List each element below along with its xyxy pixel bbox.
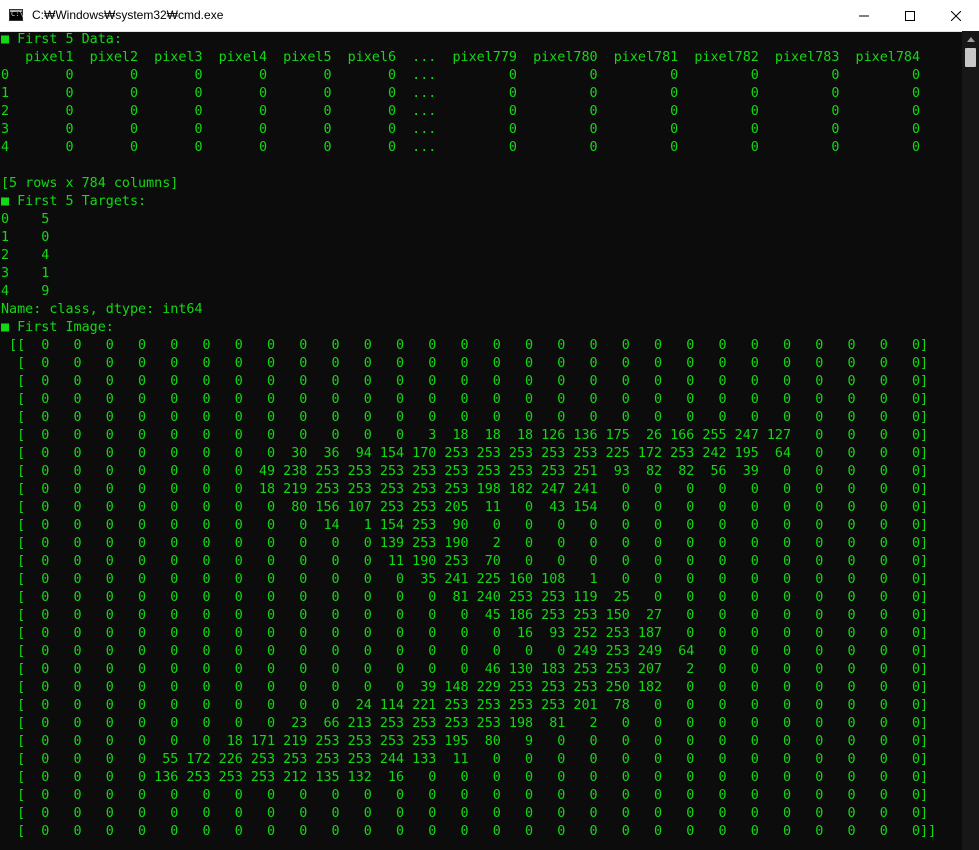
console-line: [ 0 0 0 0 0 0 0 0 0 0 24 114 221 253 253… <box>1 698 929 713</box>
console-line: [ 0 0 0 0 0 0 0 0 0 0 0 0 0 0 0 0 0 0 0 … <box>1 824 937 839</box>
console-line: 4 9 <box>1 284 50 299</box>
scroll-up-button[interactable] <box>962 31 979 48</box>
cmd-icon[interactable]: C:\ <box>9 9 24 21</box>
console-line: [ 0 0 0 0 0 0 0 0 0 0 0 0 0 0 46 130 183… <box>1 662 929 677</box>
console-line: 1 0 <box>1 230 50 245</box>
maximize-icon <box>905 10 915 21</box>
console-line: [5 rows x 784 columns] <box>1 176 179 191</box>
console-line: [ 0 0 0 0 0 0 0 0 0 0 0 0 0 0 0 0 0 0 0 … <box>1 374 929 389</box>
scroll-up-arrow-icon <box>966 37 975 42</box>
console-line: [ 0 0 0 0 0 0 0 0 0 0 0 0 0 0 0 0 0 0 0 … <box>1 356 929 371</box>
console-text: ■ First 5 Data: pixel1 pixel2 pixel3 pix… <box>0 31 962 841</box>
minimize-button[interactable] <box>841 0 887 31</box>
console-line: [ 0 0 0 0 0 0 0 0 0 0 0 0 3 18 18 18 126… <box>1 428 929 443</box>
vertical-scrollbar[interactable] <box>962 31 979 850</box>
console-line: [ 0 0 0 0 0 0 0 0 0 14 1 154 253 90 0 0 … <box>1 518 929 533</box>
console-line: 1 0 0 0 0 0 0 ... 0 0 0 0 0 0 <box>1 86 921 101</box>
console-line: Name: class, dtype: int64 <box>1 302 203 317</box>
console-line: [ 0 0 0 0 0 0 0 18 219 253 253 253 253 2… <box>1 482 929 497</box>
console-line: [ 0 0 0 0 55 172 226 253 253 253 253 244… <box>1 752 929 767</box>
console-line: ■ First 5 Data: <box>1 32 122 47</box>
console-line: [ 0 0 0 0 0 0 0 49 238 253 253 253 253 2… <box>1 464 929 479</box>
console-line: [ 0 0 0 0 0 0 0 0 0 0 0 0 0 81 240 253 2… <box>1 590 929 605</box>
close-icon <box>951 10 961 21</box>
console-line: ■ First Image: <box>1 320 114 335</box>
console-line: [ 0 0 0 0 136 253 253 253 212 135 132 16… <box>1 770 929 785</box>
console-line: 2 0 0 0 0 0 0 ... 0 0 0 0 0 0 <box>1 104 921 119</box>
maximize-button[interactable] <box>887 0 933 31</box>
console-line: [ 0 0 0 0 0 0 18 171 219 253 253 253 253… <box>1 734 929 749</box>
console-line: [ 0 0 0 0 0 0 0 0 0 0 0 0 0 0 0 0 0 0 0 … <box>1 392 929 407</box>
console-line: [ 0 0 0 0 0 0 0 0 0 0 0 0 0 0 0 0 0 0 0 … <box>1 806 929 821</box>
console-line: 0 0 0 0 0 0 0 ... 0 0 0 0 0 0 <box>1 68 921 83</box>
title-bar[interactable]: C:\ C:₩Windows₩system32₩cmd.exe <box>0 0 979 32</box>
scroll-thumb[interactable] <box>965 48 976 67</box>
console-line: [ 0 0 0 0 0 0 0 0 80 156 107 253 253 205… <box>1 500 929 515</box>
console-line: [ 0 0 0 0 0 0 0 0 0 0 0 0 0 0 0 0 0 0 0 … <box>1 788 929 803</box>
console-line: [ 0 0 0 0 0 0 0 0 0 0 0 0 0 0 0 16 93 25… <box>1 626 929 641</box>
console-line: 0 5 <box>1 212 50 227</box>
console-line: [[ 0 0 0 0 0 0 0 0 0 0 0 0 0 0 0 0 0 0 0… <box>1 338 929 353</box>
console-line: [ 0 0 0 0 0 0 0 0 0 0 0 0 0 0 45 186 253… <box>1 608 929 623</box>
console-line: [ 0 0 0 0 0 0 0 0 0 0 0 0 0 0 0 0 0 249 … <box>1 644 929 659</box>
console-line: [ 0 0 0 0 0 0 0 0 0 0 0 11 190 253 70 0 … <box>1 554 929 569</box>
console-line: pixel1 pixel2 pixel3 pixel4 pixel5 pixel… <box>1 50 921 65</box>
console-output-area[interactable]: ■ First 5 Data: pixel1 pixel2 pixel3 pix… <box>0 31 962 850</box>
console-line: [ 0 0 0 0 0 0 0 0 30 36 94 154 170 253 2… <box>1 446 929 461</box>
console-line: 4 0 0 0 0 0 0 ... 0 0 0 0 0 0 <box>1 140 921 155</box>
close-button[interactable] <box>933 0 979 31</box>
console-line: [ 0 0 0 0 0 0 0 0 0 0 0 0 0 0 0 0 0 0 0 … <box>1 410 929 425</box>
console-line: 3 1 <box>1 266 50 281</box>
minimize-icon <box>859 15 869 16</box>
window-title: C:₩Windows₩system32₩cmd.exe <box>32 8 224 22</box>
console-line: [ 0 0 0 0 0 0 0 0 23 66 213 253 253 253 … <box>1 716 929 731</box>
cmd-window: C:\ C:₩Windows₩system32₩cmd.exe ■ First … <box>0 0 979 850</box>
cmd-icon-label: C:\ <box>11 10 24 18</box>
console-line: [ 0 0 0 0 0 0 0 0 0 0 0 139 253 190 2 0 … <box>1 536 929 551</box>
console-line: 3 0 0 0 0 0 0 ... 0 0 0 0 0 0 <box>1 122 921 137</box>
console-line: [ 0 0 0 0 0 0 0 0 0 0 0 0 35 241 225 160… <box>1 572 929 587</box>
console-line: ■ First 5 Targets: <box>1 194 147 209</box>
console-line: [ 0 0 0 0 0 0 0 0 0 0 0 0 39 148 229 253… <box>1 680 929 695</box>
console-line: 2 4 <box>1 248 50 263</box>
